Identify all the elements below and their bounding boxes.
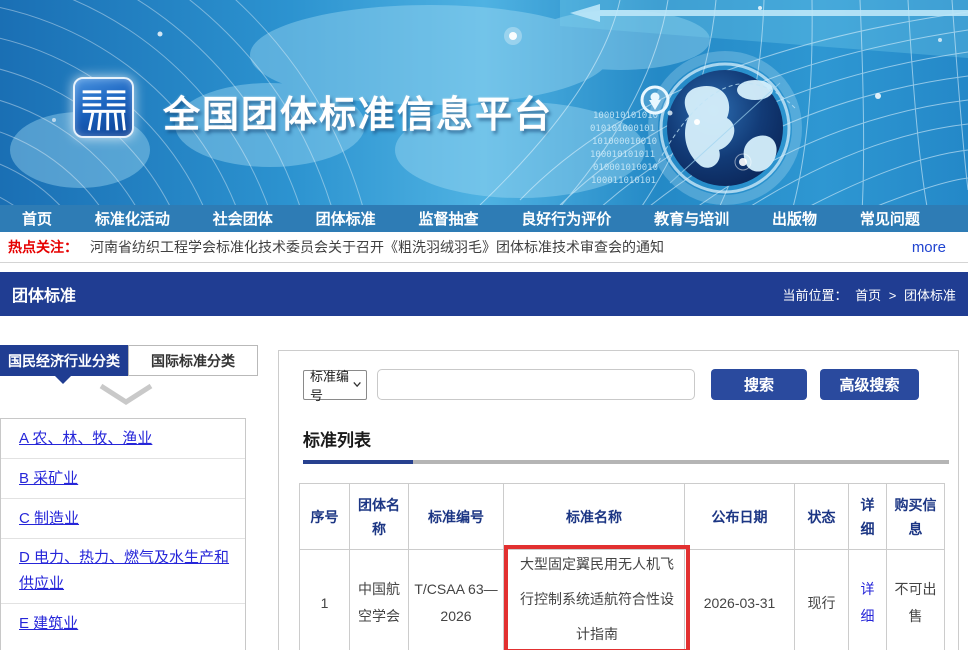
col-organization: 团体名称 [350,484,409,550]
cell-standard-name: 大型固定翼民用无人机飞行控制系统适航符合性设计指南 [504,550,685,650]
nav-item-publications[interactable]: 出版物 [772,208,817,229]
header-banner: 100010101010 010101000101 101000010010 1… [0,0,968,205]
industry-category-list: A 农、林、牧、渔业 B 采矿业 C 制造业 D 电力、热力、燃气及水生产和供应… [0,418,246,650]
standards-table: 序号 团体名称 标准编号 标准名称 公布日期 状态 详细 购买信息 1 中国航空… [299,483,945,650]
svg-text:101000010010: 101000010010 [592,137,657,147]
more-link[interactable]: more [912,239,946,256]
hot-topics-label: 热点关注： [8,237,78,257]
cell-publish-date: 2026-03-31 [685,550,795,650]
search-row: 标准编号 搜索 高级搜索 [303,369,958,400]
search-field-select-value: 标准编号 [310,366,353,404]
chevron-down-icon [97,382,155,408]
col-purchase-info: 购买信息 [887,484,945,550]
hot-topics-bar: 热点关注： 河南省纺织工程学会标准化技术委员会关于召开《粗洗羽绒羽毛》团体标准技… [0,232,968,263]
highlight-red-box: 大型固定翼民用无人机飞行控制系统适航符合性设计指南 [504,545,690,650]
category-link-a[interactable]: A 农、林、牧、渔业 [19,426,152,452]
nav-item-good-behavior[interactable]: 良好行为评价 [521,208,611,229]
col-code: 标准编号 [409,484,504,550]
cell-code: T/CSAA 63—2026 [409,550,504,650]
list-item[interactable]: A 农、林、牧、渔业 [1,419,245,459]
nav-item-education[interactable]: 教育与培训 [654,208,729,229]
section-title: 标准列表 [303,426,949,451]
category-link-d[interactable]: D 电力、热力、燃气及水生产和供应业 [19,545,235,597]
svg-text:010001010010: 010001010010 [593,163,658,173]
standards-panel: 标准编号 搜索 高级搜索 标准列表 序号 团体名称 [278,350,959,650]
breadcrumb-home-link[interactable]: 首页 [855,288,881,303]
platform-logo-icon[interactable] [73,77,134,138]
nav-item-supervision[interactable]: 监督抽查 [418,208,478,229]
list-item[interactable]: C 制造业 [1,499,245,539]
svg-text:100011010101: 100011010101 [591,176,656,186]
page-title-bar: 团体标准 当前位置： 首页 > 团体标准 [0,272,968,316]
search-input[interactable] [377,369,695,400]
classification-tabs: 国民经济行业分类 国际标准分类 [0,345,258,376]
breadcrumb-separator: > [889,288,897,303]
col-publish-date: 公布日期 [685,484,795,550]
nav-item-faq[interactable]: 常见问题 [860,208,920,229]
cell-detail: 详细 [849,550,887,650]
cell-status: 现行 [795,550,849,650]
standards-section-header: 标准列表 [303,426,949,464]
category-link-b[interactable]: B 采矿业 [19,466,78,492]
main-nav: 首页 标准化活动 社会团体 团体标准 监督抽查 良好行为评价 教育与培训 出版物… [0,205,968,232]
list-item[interactable]: E 建筑业 [1,604,245,644]
search-field-select[interactable]: 标准编号 [303,370,367,400]
globe-art [653,56,797,200]
cell-purchase-info: 不可出售 [887,550,945,650]
col-seq: 序号 [300,484,350,550]
svg-text:010101000101: 010101000101 [590,124,655,134]
list-item[interactable]: B 采矿业 [1,459,245,499]
category-link-e[interactable]: E 建筑业 [19,611,78,637]
search-button[interactable]: 搜索 [711,369,807,400]
table-row: 1 中国航空学会 T/CSAA 63—2026 大型固定翼民用无人机飞行控制系统… [300,550,945,650]
category-link-c[interactable]: C 制造业 [19,506,79,532]
col-status: 状态 [795,484,849,550]
tab-national-economy-classification[interactable]: 国民经济行业分类 [0,345,128,376]
nav-item-organizations[interactable]: 社会团体 [213,208,273,229]
section-title-underline [303,460,949,464]
chevron-down-icon [353,381,361,388]
list-item[interactable]: D 电力、热力、燃气及水生产和供应业 [1,539,245,604]
hot-topic-headline-link[interactable]: 河南省纺织工程学会标准化技术委员会关于召开《粗洗羽绒羽毛》团体标准技术审查会的通… [90,237,912,257]
breadcrumb-label: 当前位置： [782,288,847,303]
detail-link[interactable]: 详细 [861,581,875,624]
cell-seq: 1 [300,550,350,650]
nav-item-home[interactable]: 首页 [22,208,52,229]
cell-organization: 中国航空学会 [350,550,409,650]
svg-text:100010101011: 100010101011 [590,150,655,160]
logo-glyph [78,82,130,134]
table-header-row: 序号 团体名称 标准编号 标准名称 公布日期 状态 详细 购买信息 [300,484,945,550]
site-title: 全国团体标准信息平台 [163,84,553,138]
page: 100010101010 010101000101 101000010010 1… [0,0,968,650]
tab-international-classification[interactable]: 国际标准分类 [128,345,258,376]
page-title: 团体标准 [12,282,76,306]
nav-item-group-standards[interactable]: 团体标准 [316,208,376,229]
breadcrumb-current: 团体标准 [904,288,956,303]
advanced-search-button[interactable]: 高级搜索 [820,369,919,400]
breadcrumb: 当前位置： 首页 > 团体标准 [780,285,958,304]
nav-item-activities[interactable]: 标准化活动 [95,208,170,229]
col-detail: 详细 [849,484,887,550]
col-name: 标准名称 [504,484,685,550]
active-tab-pointer [55,376,71,384]
